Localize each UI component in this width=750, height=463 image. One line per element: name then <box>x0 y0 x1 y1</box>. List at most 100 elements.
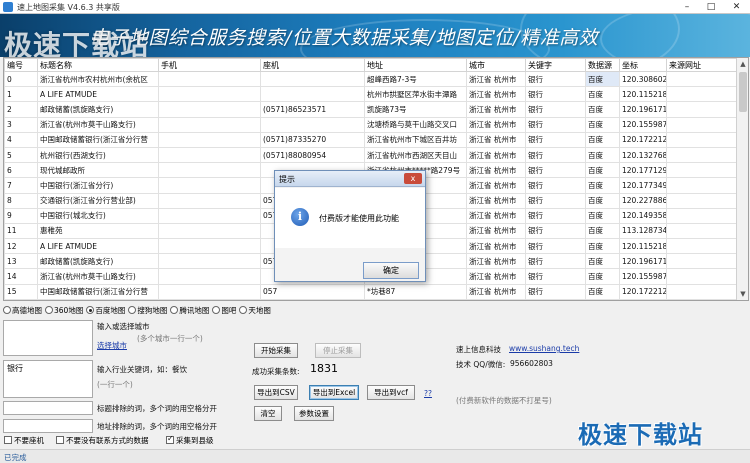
vendor-qq-value: 956602803 <box>510 359 553 368</box>
dialog-close-button[interactable]: x <box>404 173 422 184</box>
table-cell: 120.308602, <box>619 70 667 88</box>
table-cell: 浙江省杭州市*****目山 <box>364 298 467 300</box>
table-cell: 浙江省(杭州市莫干山路支行) <box>37 116 159 133</box>
column-header[interactable]: 座机 <box>260 58 365 72</box>
column-header[interactable]: 手机 <box>158 58 261 72</box>
column-header[interactable]: 地址 <box>364 58 467 72</box>
map-source-radio[interactable]: 天地图 <box>239 305 271 316</box>
no-contact-checkbox[interactable]: 不要没有联系方式的数据 <box>56 435 149 446</box>
map-source-radio[interactable]: 搜狗地图 <box>128 305 167 316</box>
minimize-button[interactable]: – <box>675 0 699 14</box>
table-cell: 浙江省 杭州市 <box>466 253 526 270</box>
title-exclude-label: 标题排除的词，多个词的用空格分开 <box>97 404 217 413</box>
table-row[interactable]: 2 邮政储蓄(凯旋路支行) (0571)86523571 凯旋路73号 浙江省 杭州市银… <box>4 101 738 118</box>
column-header[interactable]: 编号 <box>4 58 38 72</box>
map-source-radio[interactable]: 百度地图 <box>86 305 125 316</box>
stop-collect-button[interactable]: 停止采集 <box>315 343 361 358</box>
close-button[interactable]: ✕ <box>723 0 750 14</box>
clear-button[interactable]: 清空 <box>254 406 282 421</box>
export-vcf-button[interactable]: 导出到vcf <box>367 385 415 400</box>
table-row[interactable]: 3 浙江省(杭州市莫干山路支行) 沈塘桥路与莫干山路交叉口 浙江省 杭州市 银行 百度 12… <box>4 116 738 133</box>
table-cell <box>666 222 738 240</box>
table-row[interactable]: 1A LIFE ATMUDE 杭州市拱墅区萍水街丰潭路 浙江省 杭州市 银行 百度 120… <box>4 86 738 103</box>
map-source-group: 高德地图 360地图 百度地图 搜狗地图 腾讯地图 图吧 天地图 <box>3 305 274 318</box>
table-cell: 中国银行(浙江省分行) <box>37 177 159 194</box>
table-cell: 120.172212, <box>619 283 667 300</box>
table-cell: 浙江省 杭州市 <box>466 222 526 240</box>
table-cell: 银行 <box>525 86 586 103</box>
radio-dot[interactable] <box>86 306 95 314</box>
table-cell: 0 <box>4 70 38 88</box>
table-cell: 120.227886, <box>619 192 667 209</box>
city-hint-label: (多个城市一行一个) <box>137 334 203 343</box>
checkbox-box[interactable] <box>166 434 174 444</box>
help-link[interactable]: ?? <box>424 389 432 398</box>
scroll-down-icon[interactable]: ▼ <box>737 288 748 300</box>
column-header[interactable]: 来源网址 <box>666 58 738 72</box>
table-cell <box>158 207 261 224</box>
table-cell: 沈塘桥路与莫干山路交叉口 <box>364 116 467 133</box>
column-header[interactable]: 标题名称 <box>37 58 159 72</box>
table-cell <box>666 146 738 164</box>
column-header[interactable]: 关键字 <box>525 58 586 72</box>
table-cell <box>666 162 738 179</box>
table-cell: 1 <box>4 86 38 103</box>
map-source-radio[interactable]: 腾讯地图 <box>170 305 209 316</box>
table-row[interactable]: 0 浙江省杭州市农村杭州市(余杭区 超峰西路7-3号 浙江省 杭州市 银行 百度 120.3… <box>4 70 738 88</box>
watermark-logo: 极速下载站 <box>4 29 150 57</box>
checkbox-box[interactable] <box>4 436 12 444</box>
table-cell <box>158 192 261 209</box>
vertical-scrollbar[interactable]: ▲ ▼ <box>736 58 748 300</box>
table-cell: 15 <box>4 283 38 300</box>
scroll-up-icon[interactable]: ▲ <box>737 58 748 70</box>
radio-dot[interactable] <box>239 306 248 314</box>
table-row[interactable]: 16杭州银行(西湖支行) (0571)******954浙江省杭州市*****目山… <box>4 298 738 300</box>
radio-dot[interactable] <box>212 306 221 314</box>
column-header[interactable]: 数据源 <box>585 58 620 72</box>
table-row[interactable]: 4 中国邮政储蓄银行(浙江省分行营 (0571)87335270 浙江省杭州市下城区百… <box>4 131 738 148</box>
table-row[interactable]: 5 杭州银行(西湖支行) (0571)88080954 浙江省杭州市西湖区天目山 浙江省… <box>4 146 738 164</box>
table-cell: 银行 <box>525 192 586 209</box>
county-level-checkbox[interactable]: 采集到县级 <box>166 434 214 446</box>
table-cell: 浙江省杭州市下城区百井坊 <box>364 131 467 148</box>
table-cell: 百度 <box>585 70 620 88</box>
radio-dot[interactable] <box>45 306 53 314</box>
choose-city-link[interactable]: 选择城市 <box>97 340 127 351</box>
table-row[interactable]: 15 中国邮政储蓄银行(浙江省分行营 057 *坊巷87 浙江省 杭州市 银行 百度 120.… <box>4 283 738 300</box>
table-cell: 邮政储蓄(凯旋路支行) <box>37 101 159 118</box>
table-cell: 中国邮政储蓄银行(浙江省分行营 <box>37 131 159 148</box>
radio-dot[interactable] <box>128 306 137 314</box>
table-cell <box>666 253 738 270</box>
city-input[interactable] <box>3 320 93 356</box>
keyword-input[interactable]: 银行 <box>3 360 93 398</box>
address-exclude-input[interactable] <box>3 419 93 433</box>
map-source-radio[interactable]: 高德地图 <box>3 305 42 316</box>
vendor-website-link[interactable]: www.sushang.tech <box>509 344 579 353</box>
table-cell: (0571)88080954 <box>260 146 365 164</box>
scroll-thumb[interactable] <box>739 72 747 112</box>
table-cell: 120.115218, <box>619 86 667 103</box>
table-cell: 113.128734, <box>619 222 667 240</box>
column-header[interactable]: 坐标 <box>619 58 667 72</box>
table-cell: 银行 <box>525 268 586 285</box>
radio-dot[interactable] <box>170 306 179 314</box>
export-excel-button[interactable]: 导出到Excel <box>309 385 359 400</box>
column-header[interactable]: 城市 <box>466 58 526 72</box>
table-cell: 12 <box>4 238 38 255</box>
start-collect-button[interactable]: 开始采集 <box>254 343 298 358</box>
radio-dot[interactable] <box>3 306 11 314</box>
settings-button[interactable]: 参数设置 <box>294 406 334 421</box>
export-csv-button[interactable]: 导出到CSV <box>254 385 298 400</box>
table-cell <box>158 146 261 164</box>
table-cell <box>158 116 261 133</box>
table-cell: 百度 <box>585 222 620 240</box>
map-source-radio[interactable]: 360地图 <box>45 305 83 316</box>
maximize-button[interactable]: □ <box>699 0 723 14</box>
dialog-ok-button[interactable]: 确定 <box>363 262 419 279</box>
radio-label: 高德地图 <box>12 306 42 315</box>
title-exclude-input[interactable] <box>3 401 93 415</box>
table-cell <box>666 238 738 255</box>
map-source-radio[interactable]: 图吧 <box>212 305 236 316</box>
checkbox-box[interactable] <box>56 436 64 444</box>
no-landline-checkbox[interactable]: 不要座机 <box>4 435 44 446</box>
